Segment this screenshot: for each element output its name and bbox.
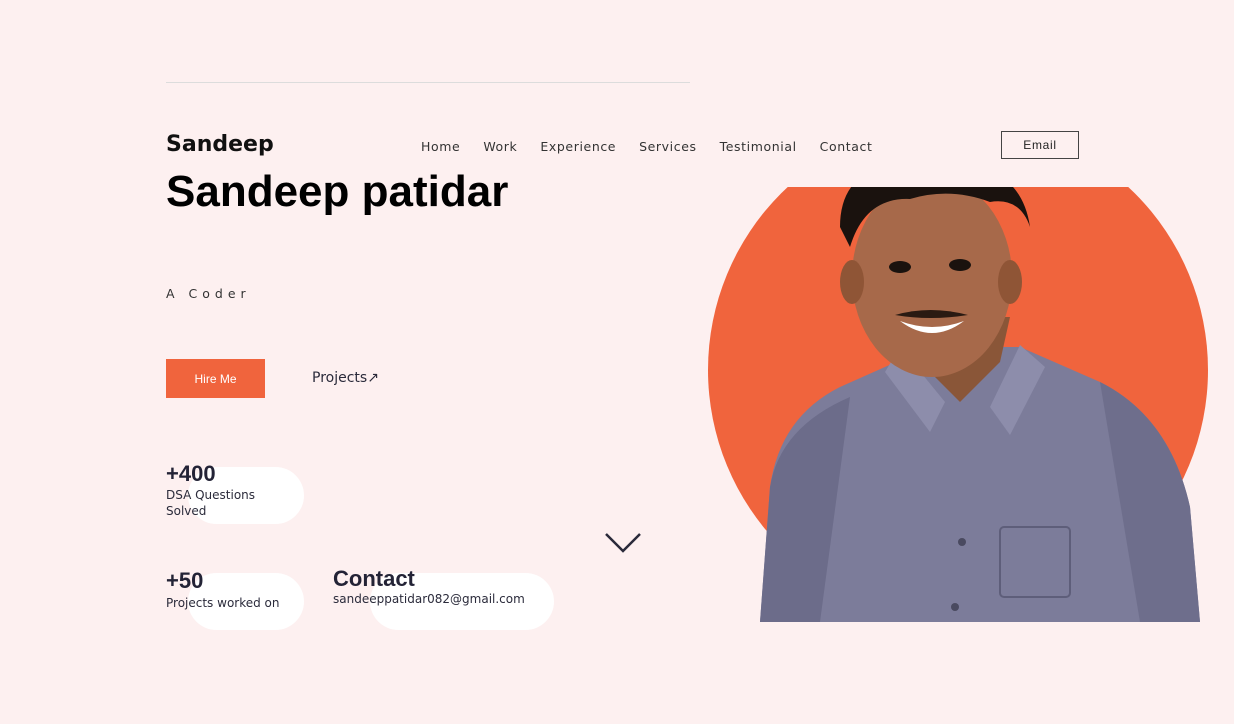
contact-title: Contact: [333, 566, 415, 591]
brand-logo[interactable]: Sandeep: [166, 132, 274, 157]
contact-email[interactable]: sandeeppatidar082@gmail.com: [333, 591, 525, 607]
nav-contact[interactable]: Contact: [820, 139, 873, 154]
nav-experience[interactable]: Experience: [540, 139, 616, 154]
nav-services[interactable]: Services: [639, 139, 697, 154]
hero-name: Sandeep patidar: [166, 167, 509, 216]
hire-me-button[interactable]: Hire Me: [166, 359, 265, 398]
email-button[interactable]: Email: [1001, 131, 1079, 159]
nav-testimonial[interactable]: Testimonial: [720, 139, 797, 154]
stat-dsa-label-line2: Solved: [166, 504, 207, 518]
projects-link[interactable]: Projects↗: [312, 370, 379, 386]
profile-photo: [700, 187, 1234, 622]
hero-title-clip: Sandeep patidar: [166, 160, 686, 220]
stat-dsa-value: +400: [166, 461, 216, 486]
stat-dsa-label-line1: DSA Questions: [166, 488, 256, 502]
stat-projects-label: Projects worked on: [166, 596, 280, 610]
person-illustration: [760, 187, 1200, 622]
header-background: [690, 0, 1234, 187]
stat-dsa-label: DSA Questions Solved: [166, 487, 255, 519]
stat-projects-value: +50: [166, 568, 204, 593]
nav-home[interactable]: Home: [421, 139, 460, 154]
chevron-down-icon[interactable]: [603, 530, 643, 556]
nav-work[interactable]: Work: [483, 139, 517, 154]
hero-tagline: A Coder: [166, 286, 251, 301]
main-nav: Home Work Experience Services Testimonia…: [421, 139, 896, 154]
